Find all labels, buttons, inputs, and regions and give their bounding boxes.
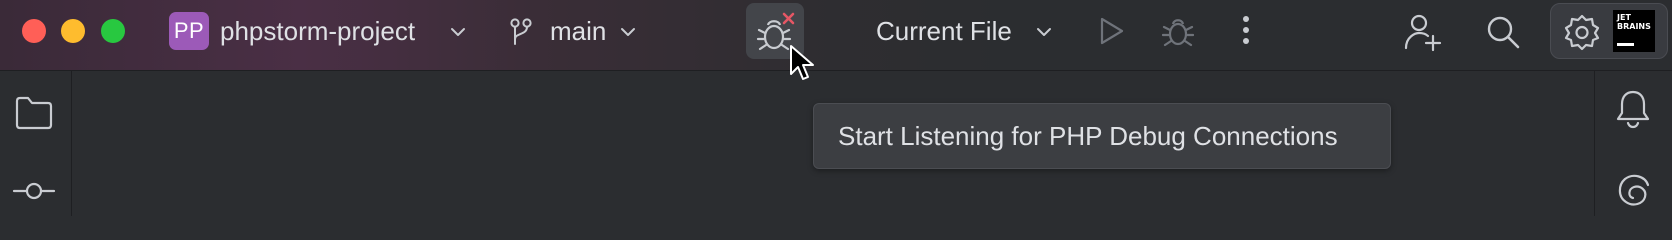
title-bar: PP phpstorm-project main Current File JE… xyxy=(0,0,1672,71)
bell-icon[interactable] xyxy=(1615,89,1651,129)
jetbrains-logo[interactable]: JET BRAINS xyxy=(1613,10,1655,52)
jetbrains-logo-line1: JET xyxy=(1617,13,1631,22)
chevron-down-icon[interactable] xyxy=(448,22,468,42)
more-vertical-icon[interactable] xyxy=(1236,14,1256,48)
project-name[interactable]: phpstorm-project xyxy=(220,16,415,46)
project-avatar-initials: PP xyxy=(173,18,205,43)
folder-icon[interactable] xyxy=(15,96,53,130)
left-tool-window-stripe xyxy=(0,71,72,216)
tooltip-text: Start Listening for PHP Debug Connection… xyxy=(838,120,1338,151)
search-icon[interactable] xyxy=(1484,13,1522,51)
minimize-window-button[interactable] xyxy=(61,19,85,43)
jetbrains-logo-bar xyxy=(1617,43,1634,46)
debug-icon[interactable] xyxy=(1162,14,1194,48)
chevron-down-icon[interactable] xyxy=(618,22,638,42)
branch-icon[interactable] xyxy=(508,17,534,47)
run-icon[interactable] xyxy=(1096,16,1126,46)
close-window-button[interactable] xyxy=(22,19,46,43)
ai-assistant-icon[interactable] xyxy=(1615,171,1653,209)
jetbrains-logo-line2: BRAINS xyxy=(1617,22,1651,31)
right-tool-window-stripe xyxy=(1594,71,1672,216)
commit-icon[interactable] xyxy=(12,179,56,203)
tooltip: Start Listening for PHP Debug Connection… xyxy=(813,103,1391,169)
gear-icon[interactable] xyxy=(1563,13,1601,51)
chevron-down-icon[interactable] xyxy=(1034,22,1054,42)
add-user-icon[interactable] xyxy=(1403,12,1443,52)
zoom-window-button[interactable] xyxy=(101,19,125,43)
branch-name[interactable]: main xyxy=(550,16,606,46)
project-avatar[interactable]: PP xyxy=(169,12,209,50)
run-configuration-selector[interactable]: Current File xyxy=(876,16,1012,46)
jetbrains-logo-text: JET BRAINS xyxy=(1617,13,1651,31)
mouse-pointer-icon xyxy=(790,45,814,80)
